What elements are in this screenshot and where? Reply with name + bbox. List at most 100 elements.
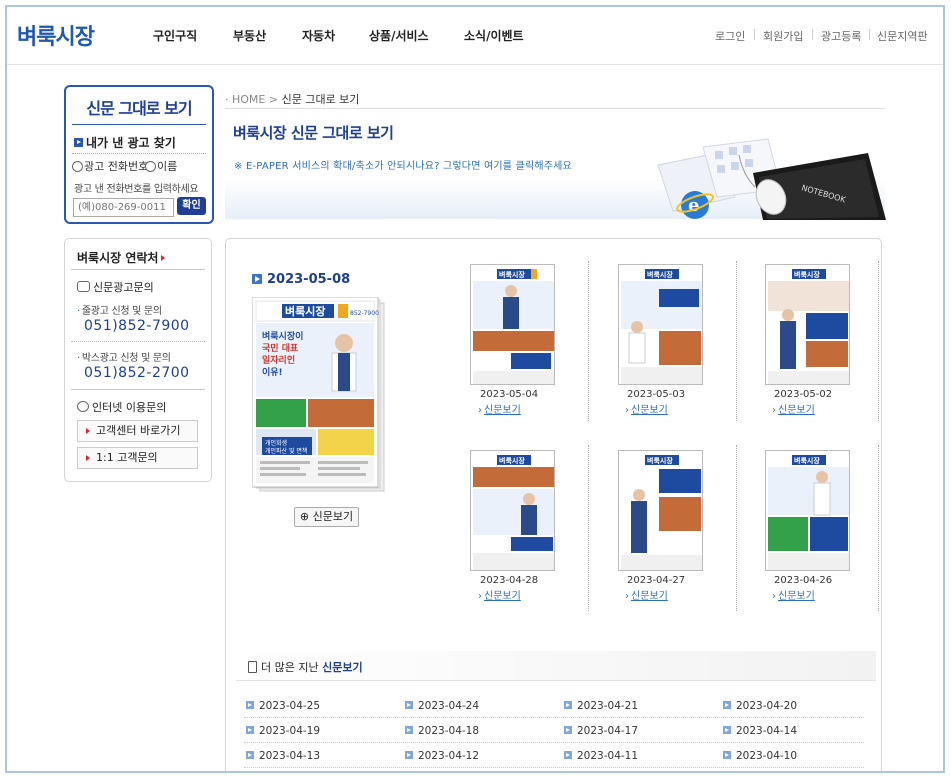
site-header: 벼룩시장 구인구직 부동산 자동차 상품/서비스 소식/이벤트 로그인 회원가입… [7,7,943,65]
newspaper-thumbnail[interactable]: 벼룩시장 [765,450,850,571]
divider [71,389,205,390]
thumbnail-date: 2023-05-03 [627,389,686,400]
archive-date-link[interactable]: 2023-04-17 [564,725,638,737]
bullet-icon [723,701,731,709]
one-to-one-inquiry-button[interactable]: 1:1 고객문의 [77,447,198,469]
ad-inquiry-heading-text: 신문광고문의 [93,281,154,294]
nav-cars[interactable]: 자동차 [302,27,335,44]
util-post-ad[interactable]: 광고등록 [821,28,861,44]
svg-text:벼룩시장: 벼룩시장 [499,270,525,279]
breadcrumb-home[interactable]: HOME [232,93,265,106]
svg-text:벼룩시장: 벼룩시장 [647,270,673,279]
archive-date: 2023-04-18 [418,725,480,737]
breadcrumb-bullet: · [225,93,229,106]
newspaper-thumbnail-image: 벼룩시장 [619,451,702,570]
clipboard-icon [248,661,257,673]
archive-date-link[interactable]: 2023-04-13 [246,750,320,762]
divider [736,261,737,421]
latest-issue-date: 2023-05-08 [252,272,350,287]
confirm-button[interactable]: 확인 [177,197,206,215]
archive-date-link[interactable]: 2023-04-24 [405,700,479,712]
archive-date: 2023-04-20 [736,700,798,712]
arrow-right-icon [161,255,166,261]
findbox-title: 신문 그대로 보기 [86,99,192,118]
newspaper-thumbnail[interactable]: 벼룩시장 [765,264,850,385]
customer-center-label: 고객센터 바로가기 [96,424,181,437]
one-to-one-inquiry-label: 1:1 고객문의 [96,451,158,464]
archive-date-link[interactable]: 2023-04-12 [405,750,479,762]
newspaper-thumbnail[interactable]: 벼룩시장 [470,264,555,385]
view-newspaper-link[interactable]: 신문보기 [478,587,521,602]
bullet-icon [564,751,572,759]
nav-jobs[interactable]: 구인구직 [153,27,197,44]
line-ad-number: 051)852-7900 [84,318,190,334]
divider [588,445,589,611]
divider [72,153,206,154]
bullet-icon [246,701,254,709]
box-ad-number: 051)852-2700 [84,365,190,381]
archive-date-link[interactable]: 2023-04-10 [723,750,797,762]
view-newspaper-link[interactable]: 신문보기 [625,587,668,602]
view-latest-newspaper-button[interactable]: ⊕ 신문보기 [294,507,359,527]
archive-date-link[interactable]: 2023-04-11 [564,750,638,762]
archive-date-link[interactable]: 2023-04-21 [564,700,638,712]
newspaper-thumbnail[interactable]: 벼룩시장 [618,450,703,571]
archive-date-link[interactable]: 2023-04-19 [246,725,320,737]
svg-text:국민 대표: 국민 대표 [262,342,299,354]
svg-text:개인회생: 개인회생 [265,439,287,447]
newspaper-thumbnail[interactable]: 벼룩시장 [470,450,555,571]
archive-date: 2023-04-11 [577,750,639,762]
util-regional-edition[interactable]: 신문지역판 [877,28,928,44]
view-newspaper-link[interactable]: 신문보기 [625,401,668,416]
util-separator [869,29,870,40]
archive-date-link[interactable]: 2023-04-14 [723,725,797,737]
more-past-newspapers-link[interactable]: 신문보기 [322,661,362,674]
ad-inquiry-heading: 신문광고문의 [77,279,154,295]
contact-title: 벼룩시장 연락처 [77,249,166,266]
view-newspaper-link[interactable]: 신문보기 [772,587,815,602]
bullet-icon [723,726,731,734]
nav-realestate[interactable]: 부동산 [233,27,266,44]
radio-phone-label: 광고 전화번호 [84,160,149,173]
newspaper-thumbnail-image: 벼룩시장 [766,451,849,570]
arrow-right-icon [86,428,90,434]
svg-text:일자리인: 일자리인 [262,354,295,366]
contact-title-text: 벼룩시장 연락처 [77,251,159,265]
newspaper-thumbnail[interactable]: 벼룩시장 [618,264,703,385]
divider [878,445,879,611]
archive-date: 2023-04-10 [736,750,798,762]
divider [736,445,737,611]
view-newspaper-link[interactable]: 신문보기 [772,401,815,416]
archive-date: 2023-04-19 [259,725,321,737]
divider [71,341,205,342]
divider [244,717,864,718]
radio-name[interactable]: 이름 [145,158,177,174]
customer-center-button[interactable]: 고객센터 바로가기 [77,420,198,442]
archive-date: 2023-04-12 [418,750,480,762]
phone-icon [77,281,90,292]
epaper-illustration: e NOTEBOOK [657,138,886,220]
svg-text:벼룩시장: 벼룩시장 [285,304,325,318]
nav-news-events[interactable]: 소식/이벤트 [464,27,524,44]
latest-newspaper-cover[interactable]: 벼룩시장 852-7900 벼룩시장이 국민 대표 일자리인 이유! 개인회생 … [252,297,387,494]
page-title: 벼룩시장 신문 그대로 보기 [233,124,394,142]
radio-circle-icon[interactable] [72,161,83,172]
site-logo[interactable]: 벼룩시장 [17,19,95,51]
archive-date: 2023-04-24 [418,700,480,712]
epaper-zoom-help-link[interactable]: ※ E-PAPER 서비스의 확대/축소가 안되시나요? 그렇다면 여기를 클릭… [234,157,572,172]
radio-circle-icon[interactable] [145,161,156,172]
util-signup[interactable]: 회원가입 [763,28,803,44]
view-newspaper-link[interactable]: 신문보기 [478,401,521,416]
radio-phone[interactable]: 광고 전화번호 [72,158,148,174]
svg-text:벼룩시장: 벼룩시장 [499,456,525,465]
archive-date-link[interactable]: 2023-04-20 [723,700,797,712]
radio-name-label: 이름 [157,160,178,173]
nav-goods-services[interactable]: 상품/서비스 [369,27,429,44]
archive-date-link[interactable]: 2023-04-25 [246,700,320,712]
util-login[interactable]: 로그인 [715,28,745,44]
breadcrumb: · HOME > 신문 그대로 보기 [225,91,359,107]
archive-date-link[interactable]: 2023-04-18 [405,725,479,737]
thumbnail-date: 2023-04-27 [627,575,686,586]
phone-number-input[interactable] [73,198,174,217]
more-prefix: 더 많은 지난 [261,661,319,674]
